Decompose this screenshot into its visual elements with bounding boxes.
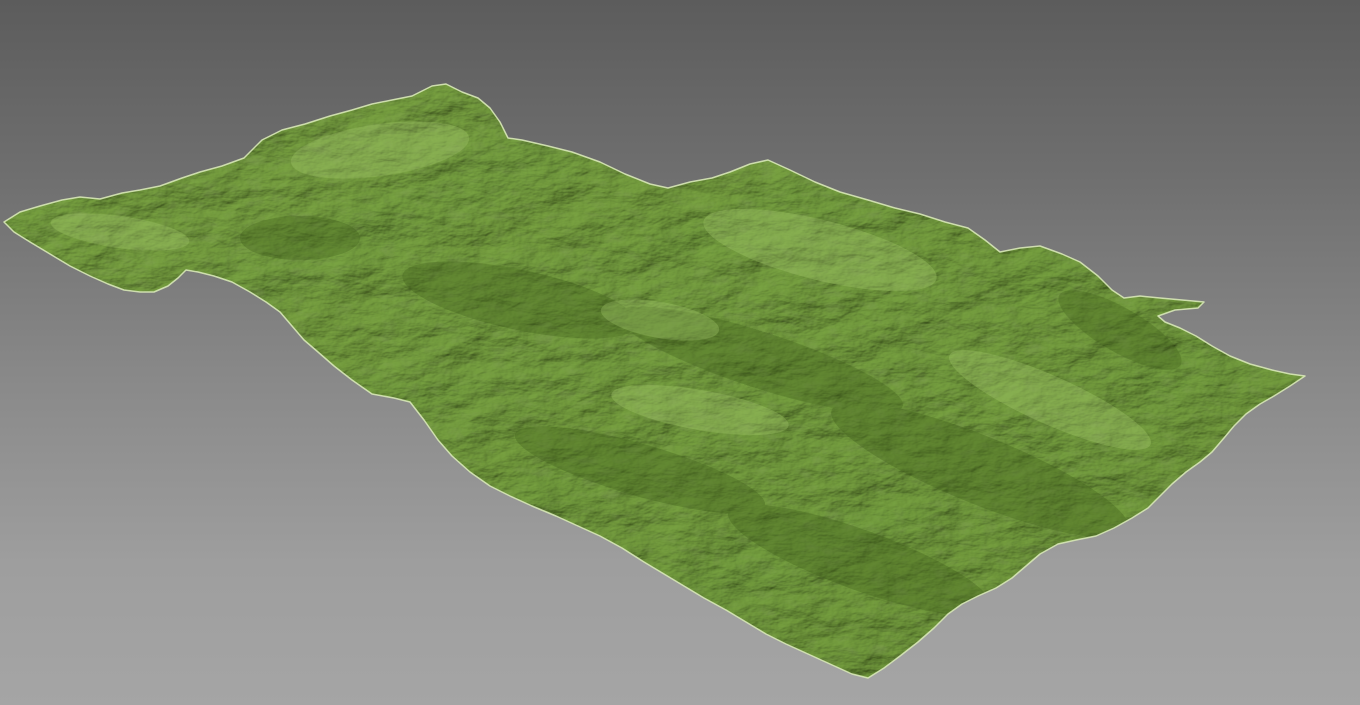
3d-viewport[interactable]: [0, 0, 1360, 705]
terrain-relief: [4, 84, 1305, 678]
terrain-render: [3, 83, 1306, 679]
